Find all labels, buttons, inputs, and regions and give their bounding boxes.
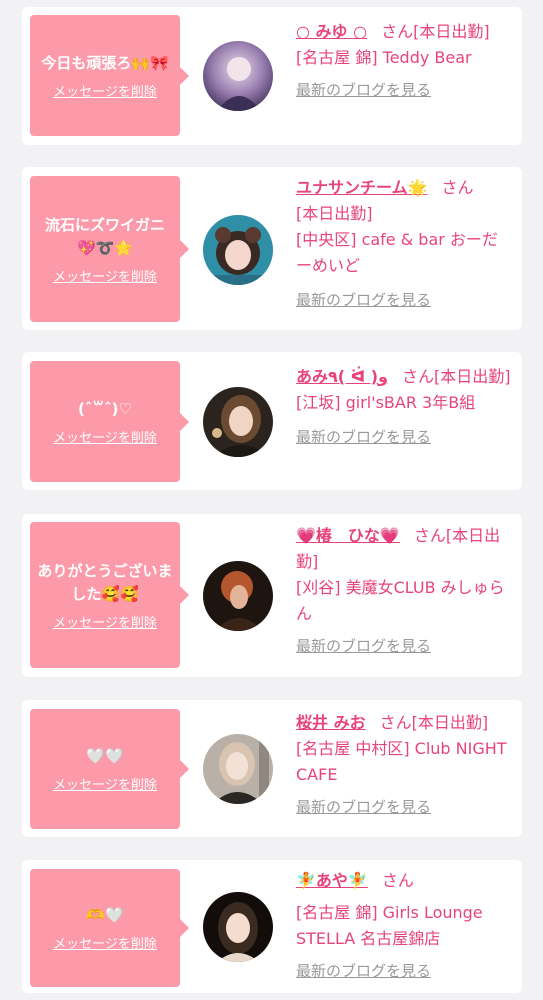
shift-status: [本日出勤] [434, 367, 511, 386]
message-text: 流石にズワイガニ💖➰🌟 [44, 215, 165, 257]
honorific: さん [441, 178, 474, 197]
latest-blog-link[interactable]: 最新のブログを見る [296, 960, 431, 981]
message-card: 🫶🤍 メッセージを削除 🧚あや🧚 さん [名古屋 錦] Girls Lounge … [22, 860, 522, 993]
honorific: さん [379, 713, 412, 732]
message-card: ありがとうございました🥰🥰 メッセージを削除 💗椿 ひな💗 さん[本日出勤] [刈… [22, 514, 522, 677]
message-bubble: 今日も頑張ろ🙌🎀 メッセージを削除 [30, 15, 189, 136]
message-text: 🫶🤍 [86, 906, 124, 924]
cast-info: 桜井 みお さん[本日出勤] [名古屋 中村区] Club NIGHT CAFE … [296, 710, 512, 817]
shop-detail: [名古屋 中村区] Club NIGHT CAFE [296, 739, 507, 784]
message-text: ありがとうございました🥰🥰 [37, 561, 173, 603]
cast-info: あみ٩( ᐛ )و さん[本日出勤] [江坂] girl'sBAR 3年B組 最新… [296, 364, 512, 447]
honorific: さん [401, 367, 434, 386]
cast-info: 🧚あや🧚 さん [名古屋 錦] Girls Lounge STELLA 名古屋錦店… [296, 868, 512, 981]
avatar[interactable] [203, 892, 273, 962]
message-card: 今日も頑張ろ🙌🎀 メッセージを削除 ○ みゆ ○ さん[本日出勤] [名古屋 錦]… [22, 7, 522, 145]
shift-status: [本日出勤] [411, 713, 489, 732]
latest-blog-link[interactable]: 最新のブログを見る [296, 79, 431, 100]
shop-detail: [名古屋 錦] Teddy Bear [296, 48, 472, 67]
message-bubble: 🤍🤍 メッセージを削除 [30, 709, 189, 829]
delete-message-link[interactable]: メッセージを削除 [53, 266, 157, 285]
latest-blog-link[interactable]: 最新のブログを見る [296, 635, 431, 656]
cast-info: 💗椿 ひな💗 さん[本日出勤] [刈谷] 美魔女CLUB みしゅらん 最新のブログ… [296, 523, 512, 656]
latest-blog-link[interactable]: 最新のブログを見る [296, 426, 431, 447]
cast-name-link[interactable]: 桜井 みお [296, 713, 366, 732]
cast-info: ○ みゆ ○ さん[本日出勤] [名古屋 錦] Teddy Bear 最新のブログ… [296, 19, 512, 100]
message-list: 今日も頑張ろ🙌🎀 メッセージを削除 ○ みゆ ○ さん[本日出勤] [名古屋 錦]… [0, 0, 543, 1000]
shop-detail: [刈谷] 美魔女CLUB みしゅらん [296, 578, 505, 623]
message-bubble: 🫶🤍 メッセージを削除 [30, 869, 189, 987]
message-card: 流石にズワイガニ💖➰🌟 メッセージを削除 ユナサンチーム🌟 さん [本日出勤] [… [22, 167, 522, 330]
shop-detail: [江坂] girl'sBAR 3年B組 [296, 393, 476, 412]
cast-name-link[interactable]: ○ みゆ ○ [296, 22, 367, 41]
avatar[interactable] [203, 41, 273, 111]
honorific: さん [381, 871, 414, 890]
honorific: さん [413, 526, 446, 545]
delete-message-link[interactable]: メッセージを削除 [53, 612, 157, 631]
cast-name-link[interactable]: ユナサンチーム🌟 [296, 178, 427, 197]
message-text: (ˆ꒳ˆ)♡ [78, 399, 132, 418]
cast-info: ユナサンチーム🌟 さん [本日出勤] [中央区] cafe & bar おーだーめ… [296, 175, 512, 310]
shop-detail: [中央区] cafe & bar おーだーめいど [296, 230, 498, 275]
delete-message-link[interactable]: メッセージを削除 [53, 933, 157, 952]
honorific: さん [381, 22, 414, 41]
avatar[interactable] [203, 387, 273, 457]
message-text: 今日も頑張ろ🙌🎀 [41, 53, 169, 72]
message-bubble: 流石にズワイガニ💖➰🌟 メッセージを削除 [30, 176, 189, 322]
cast-name-link[interactable]: 🧚あや🧚 [296, 871, 368, 890]
delete-message-link[interactable]: メッセージを削除 [53, 427, 157, 446]
latest-blog-link[interactable]: 最新のブログを見る [296, 289, 431, 310]
shift-status: [本日出勤] [296, 204, 373, 223]
delete-message-link[interactable]: メッセージを削除 [53, 774, 157, 793]
message-bubble: (ˆ꒳ˆ)♡ メッセージを削除 [30, 361, 189, 482]
avatar[interactable] [203, 215, 273, 285]
cast-name-link[interactable]: あみ٩( ᐛ )و [296, 367, 388, 386]
avatar[interactable] [203, 561, 273, 631]
message-text: 🤍🤍 [86, 747, 124, 765]
message-card: (ˆ꒳ˆ)♡ メッセージを削除 あみ٩( ᐛ )و さん[本日出勤] [江坂] g… [22, 352, 522, 490]
message-bubble: ありがとうございました🥰🥰 メッセージを削除 [30, 522, 189, 668]
cast-name-link[interactable]: 💗椿 ひな💗 [296, 526, 400, 545]
message-card: 🤍🤍 メッセージを削除 桜井 みお さん[本日出勤] [名古屋 中村区] Club… [22, 700, 522, 837]
shift-status: [本日出勤] [413, 22, 490, 41]
avatar[interactable] [203, 734, 273, 804]
latest-blog-link[interactable]: 最新のブログを見る [296, 796, 431, 817]
shop-detail: [名古屋 錦] Girls Lounge STELLA 名古屋錦店 [296, 903, 483, 948]
delete-message-link[interactable]: メッセージを削除 [53, 81, 157, 100]
